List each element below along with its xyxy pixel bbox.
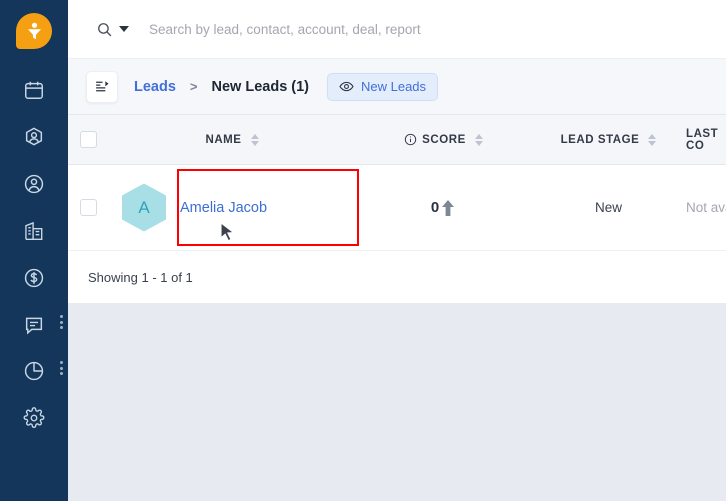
score-info-icon[interactable] (404, 133, 417, 146)
avatar: A (122, 183, 166, 232)
sidebar-item-accounts[interactable] (20, 217, 48, 245)
sort-lead-stage-icon[interactable] (648, 133, 657, 146)
breadcrumb-bar: Leads > New Leads (1) New Leads (68, 59, 726, 115)
row-score-cell: 0 (356, 199, 531, 217)
search-icon[interactable] (96, 21, 113, 38)
deals-icon (24, 268, 44, 288)
sort-score-icon[interactable] (474, 133, 483, 146)
conversations-more-menu[interactable] (56, 312, 66, 332)
eye-icon (339, 81, 354, 92)
pagination-summary: Showing 1 - 1 of 1 (68, 251, 726, 303)
sidebar-item-settings[interactable] (20, 404, 48, 432)
leads-table: NAME SCORE LEAD STAGE LAST CO A Amelia J… (68, 115, 726, 303)
mouse-cursor (220, 221, 236, 248)
search-input[interactable] (149, 21, 669, 37)
lead-stage-value: New (594, 200, 622, 215)
primary-sidebar (0, 0, 68, 501)
score-trend-up-icon (440, 199, 456, 217)
column-header-score[interactable]: SCORE (356, 133, 531, 146)
score-value: 0 (430, 199, 440, 216)
row-select-cell[interactable] (68, 199, 108, 216)
breadcrumb-count: (1) (291, 78, 309, 95)
sidebar-item-reports[interactable] (20, 357, 48, 385)
contacts-icon (24, 174, 44, 194)
list-view-toggle-button[interactable] (86, 70, 118, 103)
active-view-badge[interactable]: New Leads (327, 72, 439, 101)
row-checkbox[interactable] (79, 199, 97, 216)
leads-icon (25, 127, 43, 146)
sidebar-item-deals[interactable] (20, 264, 48, 292)
calendar-icon (25, 81, 43, 99)
row-last-contacted-cell: Not ava (686, 200, 726, 215)
global-search-bar (68, 0, 726, 59)
column-header-last-contacted[interactable]: LAST CO (686, 128, 726, 152)
sidebar-item-calendar[interactable] (20, 76, 48, 104)
sidebar-item-contacts[interactable] (20, 170, 48, 198)
select-all-checkbox[interactable] (79, 131, 97, 148)
dot (59, 315, 63, 318)
dot (59, 326, 63, 329)
breadcrumb-separator: > (189, 79, 198, 94)
list-view-toggle-icon (95, 81, 109, 92)
column-header-lead-stage[interactable]: LEAD STAGE (531, 133, 686, 146)
select-all-cell[interactable] (68, 131, 108, 148)
sidebar-item-leads[interactable] (20, 123, 48, 151)
column-header-last-contacted-label: LAST CO (686, 127, 719, 152)
table-header-row: NAME SCORE LEAD STAGE LAST CO (68, 115, 726, 165)
reports-more-menu[interactable] (56, 358, 66, 378)
dot (59, 372, 63, 375)
column-header-name-label: NAME (205, 133, 242, 146)
cursor-arrow-icon (220, 221, 235, 242)
funnel-logo (16, 13, 52, 49)
sidebar-item-conversations[interactable] (20, 311, 48, 339)
dot (59, 320, 63, 324)
lead-name-link[interactable]: Amelia Jacob (180, 200, 267, 216)
breadcrumb-current: New Leads (211, 78, 288, 95)
app-logo[interactable] (16, 13, 52, 49)
column-header-score-label: SCORE (422, 133, 466, 146)
search-scope-chevron-down-icon[interactable] (119, 26, 129, 32)
breadcrumb-root-link[interactable]: Leads (134, 79, 176, 95)
crm-app-window: Leads > New Leads (1) New Leads NAME (0, 0, 726, 501)
reports-icon (24, 361, 44, 381)
main-content-area: Leads > New Leads (1) New Leads NAME (68, 0, 726, 501)
active-view-label: New Leads (361, 79, 427, 94)
conversations-icon (25, 317, 43, 335)
last-contacted-value: Not ava (686, 200, 726, 215)
dot (59, 361, 63, 364)
column-header-name[interactable]: NAME (108, 133, 356, 146)
sort-name-icon[interactable] (250, 133, 259, 146)
dot (59, 366, 63, 370)
accounts-icon (25, 221, 43, 240)
row-lead-stage-cell: New (531, 200, 686, 215)
table-row[interactable]: A Amelia Jacob 0 New Not ava (68, 165, 726, 251)
column-header-lead-stage-label: LEAD STAGE (560, 133, 640, 146)
settings-icon (23, 407, 45, 428)
funnel-logo-icon (27, 22, 41, 40)
